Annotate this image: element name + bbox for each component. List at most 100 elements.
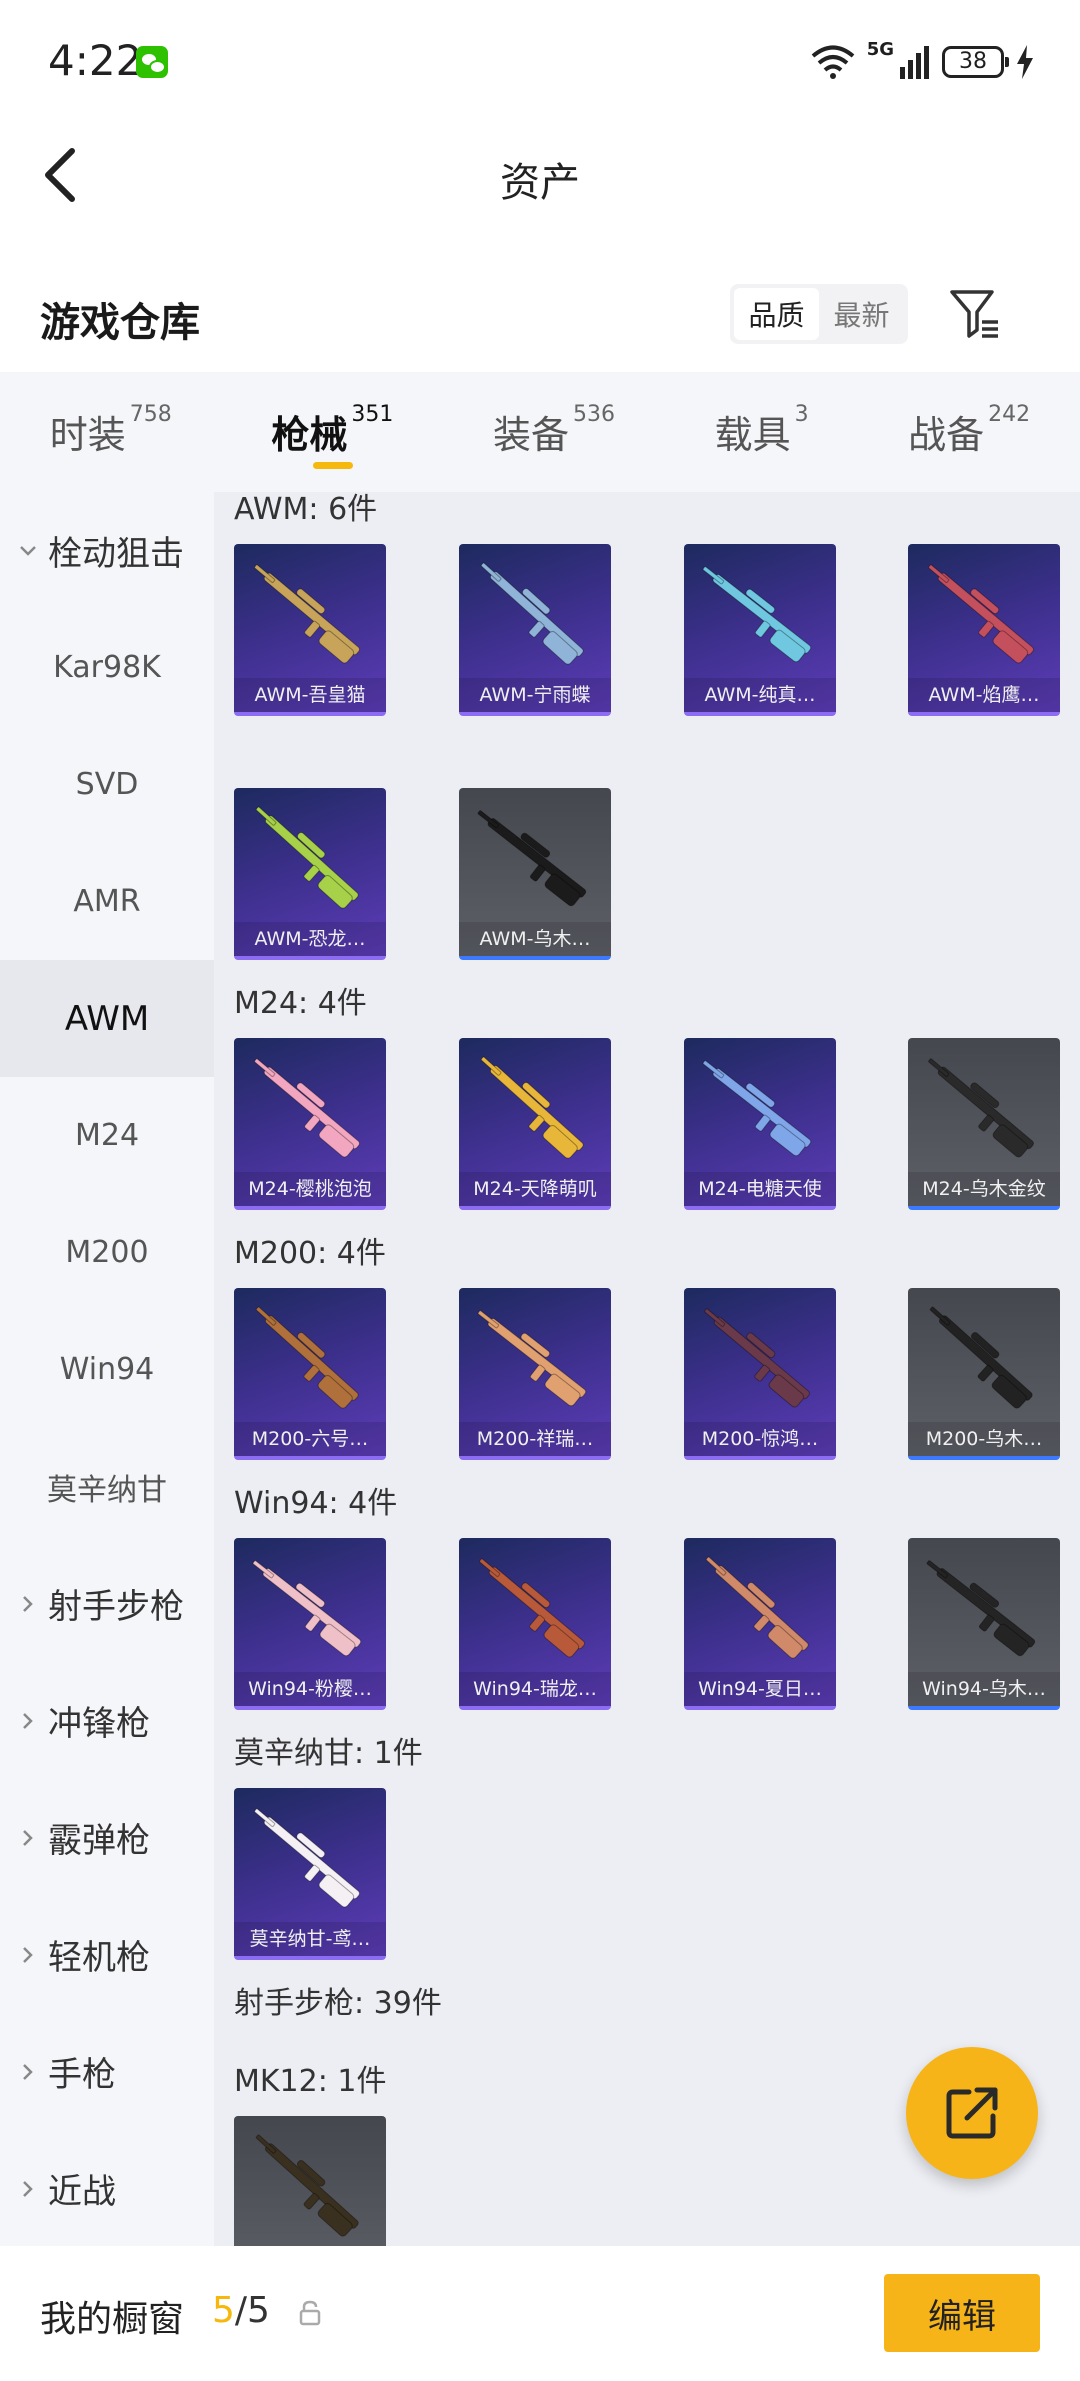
weapon-card-name: M24-电糖天使 xyxy=(684,1172,836,1206)
showcase-count: 5/5 xyxy=(212,2290,270,2331)
weapon-card[interactable]: M200-六号… xyxy=(234,1288,386,1460)
weapon-card[interactable]: M24-天降萌叽 xyxy=(459,1038,611,1210)
sidebar-item-label: SVD xyxy=(75,767,139,802)
category-tabs: 时装 758 枪械 351 装备 536 载具 3 战备 242 xyxy=(0,372,1080,492)
weapon-card[interactable]: M24-电糖天使 xyxy=(684,1038,836,1210)
weapon-card-name: M200-乌木… xyxy=(908,1422,1060,1456)
edit-button[interactable]: 编辑 xyxy=(884,2274,1040,2352)
chevron-right-icon xyxy=(18,2062,48,2082)
weapon-card[interactable]: 莫辛纳甘-鸢… xyxy=(234,1788,386,1960)
rifle-icon xyxy=(929,1306,1033,1409)
weapon-card-name: M200-惊鸿… xyxy=(684,1422,836,1456)
rifle-icon xyxy=(702,1060,812,1157)
section-heading: Win94: 4件 xyxy=(234,1486,398,1521)
sidebar-item[interactable]: Win94 xyxy=(0,1311,214,1428)
sidebar-item-label: M24 xyxy=(74,1118,140,1153)
weapon-card-name: AWM-吾皇猫 xyxy=(234,678,386,712)
sidebar-item[interactable]: SVD xyxy=(0,726,214,843)
weapon-category-sidebar: 栓动狙击 Kar98K SVD AMR AWM M24 M200 Win94 莫辛纳甘射手步枪冲… xyxy=(0,492,214,2246)
section-heading: 莫辛纳甘: 1件 xyxy=(234,1736,423,1771)
tab-label: 战备 xyxy=(908,413,985,457)
status-icons: 5G 38 xyxy=(811,40,1034,84)
showcase-current: 5 xyxy=(212,2290,235,2331)
tab-weapons[interactable]: 枪械 351 xyxy=(271,402,394,469)
sidebar-item[interactable]: 手枪 xyxy=(0,2013,214,2130)
weapon-card[interactable]: AWM-焰鹰… xyxy=(908,544,1060,716)
page-title: 资产 xyxy=(500,160,580,206)
sidebar-item-label: 冲锋枪 xyxy=(48,1704,150,1744)
sidebar-item[interactable]: AWM xyxy=(0,960,214,1077)
weapon-card[interactable]: Win94-粉樱… xyxy=(234,1538,386,1710)
rifle-icon xyxy=(704,1308,810,1408)
weapon-card[interactable]: Win94-乌木… xyxy=(908,1538,1060,1710)
share-button[interactable] xyxy=(906,2047,1038,2179)
weapon-card[interactable]: AWM-吾皇猫 xyxy=(234,544,386,716)
sidebar-item[interactable]: 轻机枪 xyxy=(0,1896,214,2013)
tab-fashion[interactable]: 时装 758 xyxy=(50,402,172,459)
weapon-card[interactable]: AWM-恐龙… xyxy=(234,788,386,960)
tab-count: 351 xyxy=(351,402,394,427)
sort-toggle: 品质 最新 xyxy=(730,284,908,344)
tab-equipment[interactable]: 装备 536 xyxy=(493,402,615,459)
sidebar-item[interactable]: 霰弹枪 xyxy=(0,1779,214,1896)
weapon-card[interactable]: Win94-瑞龙… xyxy=(459,1538,611,1710)
sidebar-item-label: Kar98K xyxy=(53,650,161,685)
network-type: 5G xyxy=(866,39,894,60)
showcase-bar: 我的橱窗 5/5 编辑 xyxy=(0,2246,1080,2381)
weapon-card[interactable]: M24-樱桃泡泡 xyxy=(234,1038,386,1210)
weapon-card[interactable]: M200-祥瑞… xyxy=(459,1288,611,1460)
sidebar-item[interactable]: AMR xyxy=(0,843,214,960)
weapon-card[interactable]: M200-乌木… xyxy=(908,1288,1060,1460)
weapon-card-name: AWM-纯真… xyxy=(684,678,836,712)
rifle-icon xyxy=(477,1310,587,1407)
weapon-card[interactable]: AWM-乌木… xyxy=(459,788,611,960)
sidebar-item[interactable]: Kar98K xyxy=(0,609,214,726)
weapon-card[interactable] xyxy=(234,2116,386,2246)
weapon-card[interactable]: AWM-纯真… xyxy=(684,544,836,716)
chevron-right-icon xyxy=(18,1945,48,1965)
sidebar-item-label: 莫辛纳甘 xyxy=(47,1472,167,1508)
tab-label: 载具 xyxy=(714,413,791,457)
filter-button[interactable] xyxy=(948,286,1004,342)
status-bar: 4:22 5G 38 xyxy=(0,0,1080,120)
rifle-icon xyxy=(480,1056,584,1159)
sidebar-item[interactable]: 射手步枪 xyxy=(0,1545,214,1662)
weapon-card-name: M200-六号… xyxy=(234,1422,386,1456)
signal-icon xyxy=(900,45,930,79)
sidebar-item[interactable]: M200 xyxy=(0,1194,214,1311)
weapon-card-name: AWM-焰鹰… xyxy=(908,678,1060,712)
sidebar-item-label: 手枪 xyxy=(48,2055,116,2095)
showcase-total: /5 xyxy=(234,2290,270,2331)
sidebar-item[interactable]: 近战 xyxy=(0,2130,214,2246)
sidebar-item[interactable]: 冲锋枪 xyxy=(0,1662,214,1779)
rifle-icon xyxy=(705,1556,809,1659)
sort-newest-option[interactable]: 最新 xyxy=(819,288,904,340)
tab-supplies[interactable]: 战备 242 xyxy=(908,402,1031,459)
weapon-card-name: M24-天降萌叽 xyxy=(459,1172,611,1206)
active-tab-indicator xyxy=(313,462,354,469)
weapon-card[interactable]: AWM-宁雨蝶 xyxy=(459,544,611,716)
weapon-card-name: M200-祥瑞… xyxy=(459,1422,611,1456)
showcase-label: 我的橱窗 xyxy=(40,2299,185,2340)
sort-quality-option[interactable]: 品质 xyxy=(734,288,819,340)
rifle-icon xyxy=(928,564,1034,664)
sidebar-item[interactable]: 莫辛纳甘 xyxy=(0,1428,214,1545)
sidebar-item-label: 栓动狙击 xyxy=(48,534,184,574)
sidebar-item-label: AWM xyxy=(64,998,150,1039)
clock: 4:22 xyxy=(48,36,143,85)
chevron-down-icon xyxy=(18,541,48,561)
rifle-icon xyxy=(479,1558,585,1658)
chevron-right-icon xyxy=(18,1594,48,1614)
weapon-card-name: Win94-夏日… xyxy=(684,1672,836,1706)
rifle-icon xyxy=(254,1058,360,1158)
tab-vehicles[interactable]: 载具 3 xyxy=(714,402,809,459)
weapon-card-name: M24-乌木金纹 xyxy=(908,1172,1060,1206)
weapon-card[interactable]: M24-乌木金纹 xyxy=(908,1038,1060,1210)
weapon-card-name: Win94-瑞龙… xyxy=(459,1672,611,1706)
weapon-card[interactable]: M200-惊鸿… xyxy=(684,1288,836,1460)
tab-count: 242 xyxy=(988,402,1031,427)
sidebar-item[interactable]: 栓动狙击 xyxy=(0,492,214,609)
weapon-card[interactable]: Win94-夏日… xyxy=(684,1538,836,1710)
weapon-card-name: AWM-乌木… xyxy=(459,922,611,956)
sidebar-item[interactable]: M24 xyxy=(0,1077,214,1194)
